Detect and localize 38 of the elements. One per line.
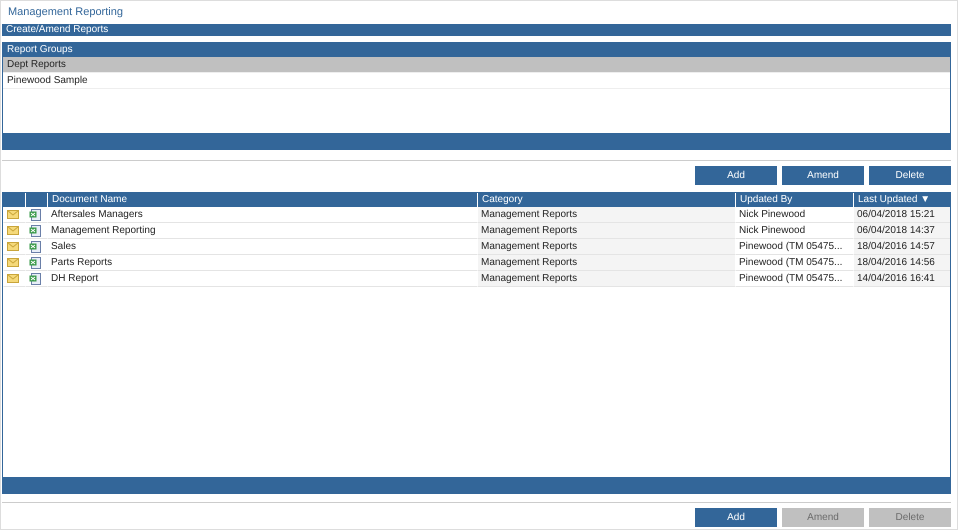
section-header: Create/Amend Reports [2,24,951,36]
spreadsheet-icon[interactable] [29,256,41,268]
table-cell: 06/04/2018 15:21 [853,207,950,223]
action-button[interactable]: Delete [869,166,951,185]
spreadsheet-icon[interactable] [29,208,41,220]
spreadsheet-icon[interactable] [29,272,41,284]
spreadsheet-icon[interactable] [29,224,41,236]
page-title: Management Reporting [7,5,124,20]
panel-header: Report Groups [3,43,950,57]
table-cell: Aftersales Managers [47,207,477,223]
table-cell: Pinewood (TM 05475... [735,239,853,255]
table-cell: Nick Pinewood [735,207,853,223]
action-button[interactable]: Amend [782,166,864,185]
action-button[interactable]: Add [695,166,777,185]
table-cell: Management Reporting [47,223,477,239]
column-header[interactable]: Last Updated ▼ [853,193,950,207]
list-item[interactable]: Dept Reports [3,57,950,73]
table-cell: Management Reports [477,239,735,255]
table-cell: Management Reports [477,271,735,287]
table-cell: 06/04/2018 14:37 [853,223,950,239]
table-cell: 14/04/2016 16:41 [853,271,950,287]
table-cell: Nick Pinewood [735,223,853,239]
spreadsheet-icon[interactable] [29,240,41,252]
column-header[interactable]: Document Name [47,193,477,207]
table-cell: Management Reports [477,223,735,239]
table-cell: Pinewood (TM 05475... [735,271,853,287]
column-header[interactable]: Category [477,193,735,207]
table-cell: Management Reports [477,207,735,223]
table-cell: DH Report [47,271,477,287]
table-cell: Management Reports [477,255,735,271]
table-cell: 18/04/2016 14:56 [853,255,950,271]
column-header[interactable]: Updated By [735,193,853,207]
table-cell: Sales [47,239,477,255]
action-button[interactable]: Add [695,508,777,527]
table-cell: 18/04/2016 14:57 [853,239,950,255]
table-cell: Pinewood (TM 05475... [735,255,853,271]
table-cell: Parts Reports [47,255,477,271]
list-item[interactable]: Pinewood Sample [3,73,950,89]
